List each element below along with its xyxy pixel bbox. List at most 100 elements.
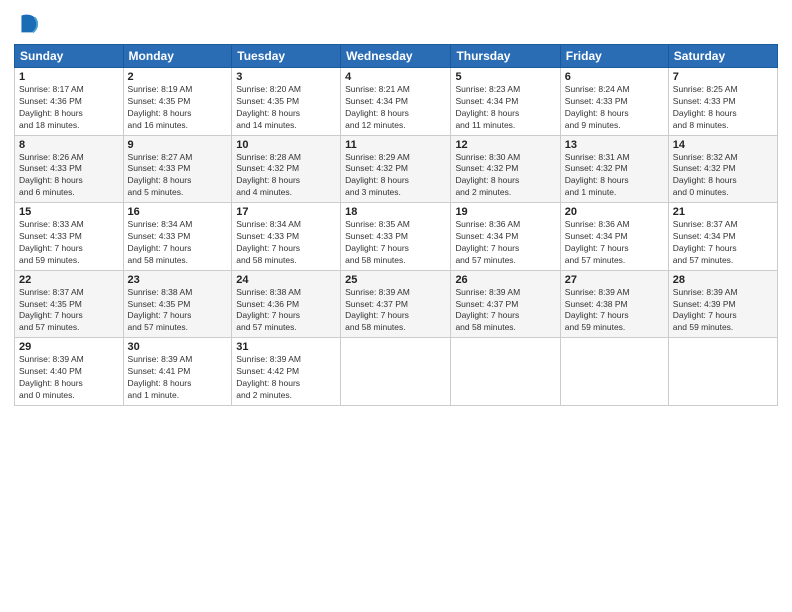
day-info: Sunrise: 8:27 AM Sunset: 4:33 PM Dayligh… [128, 152, 228, 200]
day-cell-8: 8Sunrise: 8:26 AM Sunset: 4:33 PM Daylig… [15, 135, 124, 203]
day-number: 10 [236, 139, 336, 151]
day-cell-14: 14Sunrise: 8:32 AM Sunset: 4:32 PM Dayli… [668, 135, 777, 203]
day-cell-15: 15Sunrise: 8:33 AM Sunset: 4:33 PM Dayli… [15, 203, 124, 271]
day-cell-31: 31Sunrise: 8:39 AM Sunset: 4:42 PM Dayli… [232, 338, 341, 406]
day-cell-3: 3Sunrise: 8:20 AM Sunset: 4:35 PM Daylig… [232, 68, 341, 136]
day-info: Sunrise: 8:19 AM Sunset: 4:35 PM Dayligh… [128, 84, 228, 132]
day-number: 14 [673, 139, 773, 151]
logo [14, 10, 46, 38]
day-cell-18: 18Sunrise: 8:35 AM Sunset: 4:33 PM Dayli… [341, 203, 451, 271]
weekday-header-saturday: Saturday [668, 45, 777, 68]
day-number: 30 [128, 341, 228, 353]
day-cell-25: 25Sunrise: 8:39 AM Sunset: 4:37 PM Dayli… [341, 270, 451, 338]
day-info: Sunrise: 8:39 AM Sunset: 4:42 PM Dayligh… [236, 354, 336, 402]
page: SundayMondayTuesdayWednesdayThursdayFrid… [0, 0, 792, 612]
empty-cell [668, 338, 777, 406]
day-info: Sunrise: 8:34 AM Sunset: 4:33 PM Dayligh… [236, 219, 336, 267]
weekday-header-row: SundayMondayTuesdayWednesdayThursdayFrid… [15, 45, 778, 68]
day-cell-21: 21Sunrise: 8:37 AM Sunset: 4:34 PM Dayli… [668, 203, 777, 271]
day-number: 13 [565, 139, 664, 151]
day-info: Sunrise: 8:32 AM Sunset: 4:32 PM Dayligh… [673, 152, 773, 200]
day-info: Sunrise: 8:36 AM Sunset: 4:34 PM Dayligh… [455, 219, 555, 267]
day-number: 3 [236, 71, 336, 83]
day-info: Sunrise: 8:38 AM Sunset: 4:36 PM Dayligh… [236, 287, 336, 335]
day-info: Sunrise: 8:33 AM Sunset: 4:33 PM Dayligh… [19, 219, 119, 267]
day-number: 20 [565, 206, 664, 218]
empty-cell [451, 338, 560, 406]
day-cell-20: 20Sunrise: 8:36 AM Sunset: 4:34 PM Dayli… [560, 203, 668, 271]
day-info: Sunrise: 8:35 AM Sunset: 4:33 PM Dayligh… [345, 219, 446, 267]
day-cell-13: 13Sunrise: 8:31 AM Sunset: 4:32 PM Dayli… [560, 135, 668, 203]
day-info: Sunrise: 8:37 AM Sunset: 4:34 PM Dayligh… [673, 219, 773, 267]
empty-cell [341, 338, 451, 406]
day-cell-30: 30Sunrise: 8:39 AM Sunset: 4:41 PM Dayli… [123, 338, 232, 406]
day-number: 7 [673, 71, 773, 83]
header [14, 10, 778, 38]
day-cell-11: 11Sunrise: 8:29 AM Sunset: 4:32 PM Dayli… [341, 135, 451, 203]
day-cell-22: 22Sunrise: 8:37 AM Sunset: 4:35 PM Dayli… [15, 270, 124, 338]
day-number: 6 [565, 71, 664, 83]
day-cell-26: 26Sunrise: 8:39 AM Sunset: 4:37 PM Dayli… [451, 270, 560, 338]
weekday-header-sunday: Sunday [15, 45, 124, 68]
day-number: 21 [673, 206, 773, 218]
day-info: Sunrise: 8:39 AM Sunset: 4:38 PM Dayligh… [565, 287, 664, 335]
day-number: 1 [19, 71, 119, 83]
day-info: Sunrise: 8:36 AM Sunset: 4:34 PM Dayligh… [565, 219, 664, 267]
day-number: 23 [128, 274, 228, 286]
day-cell-4: 4Sunrise: 8:21 AM Sunset: 4:34 PM Daylig… [341, 68, 451, 136]
weekday-header-tuesday: Tuesday [232, 45, 341, 68]
day-info: Sunrise: 8:21 AM Sunset: 4:34 PM Dayligh… [345, 84, 446, 132]
day-info: Sunrise: 8:39 AM Sunset: 4:41 PM Dayligh… [128, 354, 228, 402]
logo-icon [14, 10, 42, 38]
day-cell-6: 6Sunrise: 8:24 AM Sunset: 4:33 PM Daylig… [560, 68, 668, 136]
day-info: Sunrise: 8:39 AM Sunset: 4:40 PM Dayligh… [19, 354, 119, 402]
day-number: 5 [455, 71, 555, 83]
day-info: Sunrise: 8:39 AM Sunset: 4:37 PM Dayligh… [345, 287, 446, 335]
day-number: 11 [345, 139, 446, 151]
week-row-2: 8Sunrise: 8:26 AM Sunset: 4:33 PM Daylig… [15, 135, 778, 203]
day-number: 2 [128, 71, 228, 83]
day-number: 12 [455, 139, 555, 151]
day-cell-2: 2Sunrise: 8:19 AM Sunset: 4:35 PM Daylig… [123, 68, 232, 136]
day-number: 22 [19, 274, 119, 286]
day-info: Sunrise: 8:37 AM Sunset: 4:35 PM Dayligh… [19, 287, 119, 335]
day-number: 18 [345, 206, 446, 218]
week-row-4: 22Sunrise: 8:37 AM Sunset: 4:35 PM Dayli… [15, 270, 778, 338]
day-info: Sunrise: 8:39 AM Sunset: 4:37 PM Dayligh… [455, 287, 555, 335]
day-info: Sunrise: 8:23 AM Sunset: 4:34 PM Dayligh… [455, 84, 555, 132]
day-info: Sunrise: 8:34 AM Sunset: 4:33 PM Dayligh… [128, 219, 228, 267]
day-cell-17: 17Sunrise: 8:34 AM Sunset: 4:33 PM Dayli… [232, 203, 341, 271]
day-info: Sunrise: 8:20 AM Sunset: 4:35 PM Dayligh… [236, 84, 336, 132]
day-cell-27: 27Sunrise: 8:39 AM Sunset: 4:38 PM Dayli… [560, 270, 668, 338]
day-cell-24: 24Sunrise: 8:38 AM Sunset: 4:36 PM Dayli… [232, 270, 341, 338]
day-number: 4 [345, 71, 446, 83]
day-number: 25 [345, 274, 446, 286]
day-number: 19 [455, 206, 555, 218]
week-row-1: 1Sunrise: 8:17 AM Sunset: 4:36 PM Daylig… [15, 68, 778, 136]
day-info: Sunrise: 8:28 AM Sunset: 4:32 PM Dayligh… [236, 152, 336, 200]
day-info: Sunrise: 8:31 AM Sunset: 4:32 PM Dayligh… [565, 152, 664, 200]
weekday-header-monday: Monday [123, 45, 232, 68]
day-number: 24 [236, 274, 336, 286]
empty-cell [560, 338, 668, 406]
day-cell-9: 9Sunrise: 8:27 AM Sunset: 4:33 PM Daylig… [123, 135, 232, 203]
day-number: 9 [128, 139, 228, 151]
calendar-table: SundayMondayTuesdayWednesdayThursdayFrid… [14, 44, 778, 406]
day-info: Sunrise: 8:17 AM Sunset: 4:36 PM Dayligh… [19, 84, 119, 132]
day-cell-5: 5Sunrise: 8:23 AM Sunset: 4:34 PM Daylig… [451, 68, 560, 136]
day-cell-23: 23Sunrise: 8:38 AM Sunset: 4:35 PM Dayli… [123, 270, 232, 338]
day-cell-12: 12Sunrise: 8:30 AM Sunset: 4:32 PM Dayli… [451, 135, 560, 203]
day-number: 27 [565, 274, 664, 286]
day-cell-28: 28Sunrise: 8:39 AM Sunset: 4:39 PM Dayli… [668, 270, 777, 338]
day-cell-16: 16Sunrise: 8:34 AM Sunset: 4:33 PM Dayli… [123, 203, 232, 271]
day-cell-1: 1Sunrise: 8:17 AM Sunset: 4:36 PM Daylig… [15, 68, 124, 136]
day-number: 29 [19, 341, 119, 353]
day-info: Sunrise: 8:25 AM Sunset: 4:33 PM Dayligh… [673, 84, 773, 132]
day-number: 28 [673, 274, 773, 286]
day-info: Sunrise: 8:26 AM Sunset: 4:33 PM Dayligh… [19, 152, 119, 200]
day-number: 31 [236, 341, 336, 353]
day-info: Sunrise: 8:38 AM Sunset: 4:35 PM Dayligh… [128, 287, 228, 335]
day-number: 8 [19, 139, 119, 151]
day-number: 26 [455, 274, 555, 286]
weekday-header-thursday: Thursday [451, 45, 560, 68]
